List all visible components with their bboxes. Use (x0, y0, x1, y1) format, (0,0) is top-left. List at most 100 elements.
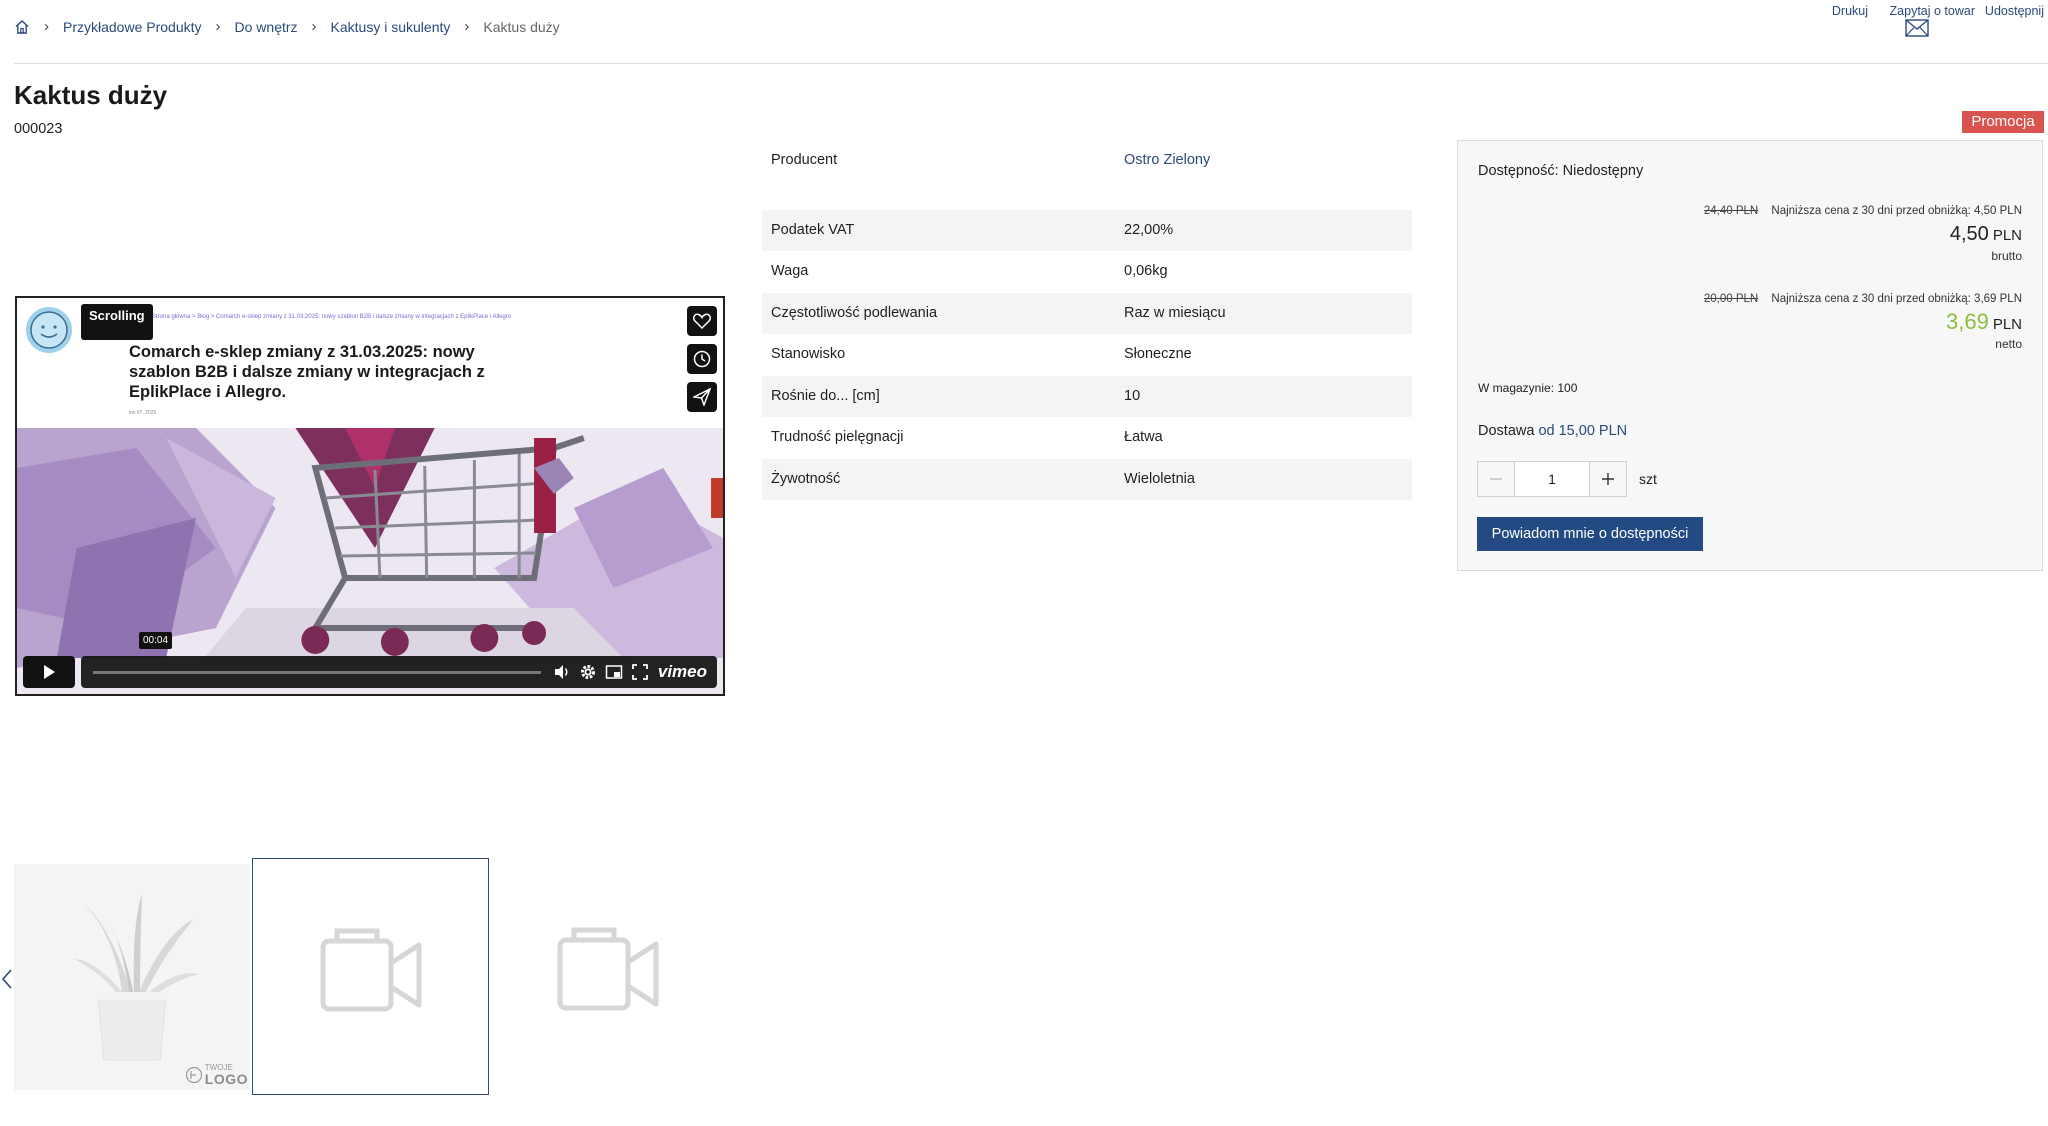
net-price-label: netto (1995, 337, 2022, 351)
play-icon (44, 665, 55, 679)
video-camera-icon (557, 927, 659, 1011)
gross-price: 4,50 PLN (1950, 223, 2022, 246)
settings-gear-icon[interactable] (579, 663, 597, 681)
attribute-row-producer: Producent Ostro Zielony (762, 140, 1412, 182)
product-sku: 000023 (14, 121, 63, 137)
attribute-value: 10 (1124, 387, 1141, 404)
envelope-icon[interactable] (1905, 19, 1929, 37)
attribute-row: Rośnie do... [cm] 10 (762, 375, 1412, 417)
net-price-value: 3,69 (1945, 309, 1989, 334)
quantity-stepper: szt (1477, 461, 1657, 497)
delivery-label: Dostawa (1478, 423, 1535, 439)
thumbnail-video-1[interactable] (252, 858, 489, 1095)
delivery-cost-link[interactable]: od 15,00 PLN (1538, 423, 1627, 439)
decrease-quantity-button[interactable] (1477, 461, 1515, 497)
attribute-gap (762, 182, 1412, 210)
chevron-right-icon: › (311, 18, 317, 35)
quantity-unit: szt (1639, 471, 1657, 487)
attribute-label: Trudność pielęgnacji (771, 429, 904, 445)
video-current-time: 00:04 (139, 632, 173, 649)
attribute-label: Producent (771, 152, 838, 168)
quantity-input[interactable] (1515, 461, 1589, 497)
thumbnail-video-2[interactable] (490, 858, 727, 1095)
gross-price-currency: PLN (1992, 227, 2022, 244)
attribute-value: Wieloletnia (1124, 470, 1195, 487)
net-lowest-price: Najniższa cena z 30 dni przed obniżką: 3… (1771, 293, 2022, 305)
top-bar: › Przykładowe Produkty › Do wnętrz › Kak… (14, 0, 2048, 64)
delivery-info: Dostawa od 15,00 PLN (1478, 423, 1627, 439)
attribute-value: 22,00% (1124, 221, 1174, 238)
producer-link[interactable]: Ostro Zielony (1124, 152, 1210, 168)
notify-availability-button[interactable]: Powiadom mnie o dostępności (1477, 517, 1703, 551)
breadcrumb-item-interior[interactable]: Do wnętrz (235, 19, 298, 35)
product-attributes: Producent Ostro Zielony Podatek VAT 22,0… (762, 140, 1412, 500)
home-icon[interactable] (14, 19, 30, 35)
availability-status: Dostępność: Niedostępny (1478, 163, 1644, 179)
video-controls: 00:04 vimeo (23, 632, 717, 688)
plus-icon (1602, 473, 1614, 485)
attribute-row: Waga 0,06kg (762, 251, 1412, 293)
play-button[interactable] (23, 656, 75, 688)
plant-pot-image (74, 894, 199, 1061)
attribute-value: Słoneczne (1124, 346, 1192, 362)
brand-logo-big: LOGO (204, 1071, 248, 1087)
video-camera-icon (320, 928, 422, 1012)
attribute-label: Żywotność (771, 470, 841, 487)
increase-quantity-button[interactable] (1589, 461, 1627, 497)
attribute-row: Trudność pielęgnacji Łatwa (762, 417, 1412, 459)
video-title-badge: Scrolling (81, 304, 153, 340)
breadcrumb-item-cacti[interactable]: Kaktusy i sukulenty (331, 19, 451, 35)
breadcrumb-item-products[interactable]: Przykładowe Produkty (63, 19, 202, 35)
attribute-value: Łatwa (1124, 429, 1163, 445)
gross-old-price: 24,40 PLN (1703, 205, 1759, 217)
volume-icon[interactable] (553, 663, 571, 681)
attribute-label: Stanowisko (771, 346, 846, 362)
video-article-breadcrumb: Strona główna > Blog > Comarch e-sklep z… (152, 314, 512, 320)
attribute-label: Częstotliwość podlewania (771, 304, 938, 321)
share-video-button[interactable] (687, 382, 717, 412)
attribute-label: Waga (771, 263, 809, 279)
video-progress-track[interactable] (93, 671, 541, 674)
net-price-currency: PLN (1992, 316, 2022, 333)
paper-plane-icon (693, 388, 711, 406)
chevron-left-icon[interactable] (0, 966, 14, 992)
logo-mark-icon (185, 1066, 202, 1084)
attribute-label: Podatek VAT (771, 221, 855, 238)
gross-price-history: 24,40 PLN Najniższa cena z 30 dni przed … (1704, 205, 2022, 217)
smiley-icon (30, 311, 68, 349)
breadcrumb: › Przykładowe Produkty › Do wnętrz › Kak… (14, 18, 560, 35)
ask-about-product-link[interactable]: Zapytaj o towar (1890, 4, 1975, 18)
picture-in-picture-icon[interactable] (605, 663, 623, 681)
attribute-value: Raz w miesiącu (1124, 304, 1226, 321)
video-article-headline: Comarch e-sklep zmiany z 31.03.2025: now… (129, 343, 485, 401)
video-control-bar: 00:04 vimeo (81, 632, 717, 688)
gross-price-value: 4,50 (1949, 223, 1989, 245)
chevron-right-icon: › (44, 18, 49, 35)
attribute-value: 0,06kg (1124, 263, 1168, 279)
watch-later-button[interactable] (687, 344, 717, 374)
attribute-row: Stanowisko Słoneczne (762, 334, 1412, 376)
vimeo-logo[interactable]: vimeo (658, 662, 707, 682)
clock-icon (693, 350, 711, 368)
channel-avatar[interactable] (23, 304, 75, 356)
purchase-box: Dostępność: Niedostępny 24,40 PLN Najniż… (1457, 140, 2043, 571)
print-link[interactable]: Drukuj (1832, 4, 1868, 18)
gross-price-label: brutto (1991, 249, 2022, 263)
video-player[interactable]: Strona główna > Blog > Comarch e-sklep z… (15, 296, 725, 696)
net-price-history: 20,00 PLN Najniższa cena z 30 dni przed … (1704, 293, 2022, 305)
chevron-right-icon: › (215, 18, 221, 35)
share-link[interactable]: Udostępnij (1985, 4, 2044, 18)
product-title: Kaktus duży (14, 80, 168, 110)
breadcrumb-current: Kaktus duży (483, 18, 560, 35)
attribute-row: Podatek VAT 22,00% (762, 209, 1412, 251)
gross-lowest-price: Najniższa cena z 30 dni przed obniżką: 4… (1771, 205, 2022, 217)
attribute-row: Częstotliwość podlewania Raz w miesiącu (762, 292, 1412, 334)
attribute-label: Rośnie do... [cm] (771, 387, 880, 404)
chevron-right-icon: › (464, 18, 470, 35)
fullscreen-icon[interactable] (631, 663, 649, 681)
thumbnail-product-image[interactable]: TWOJE LOGO (14, 864, 250, 1090)
promo-badge: Promocja (1962, 111, 2044, 133)
like-button[interactable] (687, 306, 717, 336)
stock-level: W magazynie: 100 (1478, 381, 1578, 395)
net-old-price: 20,00 PLN (1703, 293, 1759, 305)
